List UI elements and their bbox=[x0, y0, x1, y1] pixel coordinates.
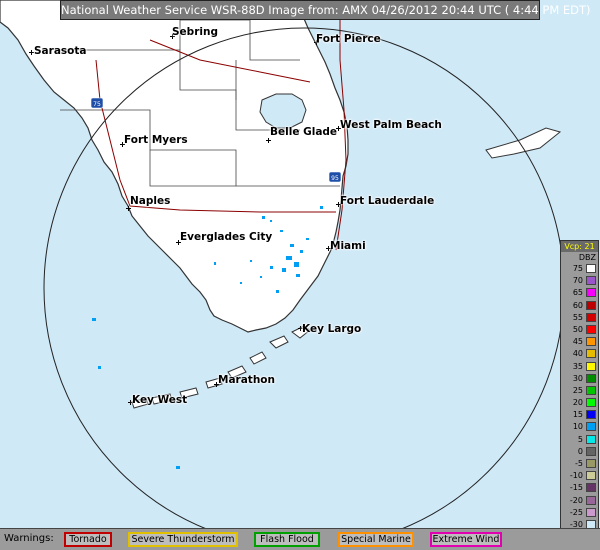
lake-okeechobee bbox=[259, 93, 307, 129]
legend-value-label: 10 bbox=[572, 422, 583, 432]
legend-color-swatch bbox=[586, 422, 596, 432]
legend-value-label: 75 bbox=[572, 264, 583, 273]
svg-text:95: 95 bbox=[331, 175, 339, 182]
legend-color-swatch bbox=[586, 459, 596, 468]
legend-row: 70 bbox=[561, 275, 598, 287]
city-label: Key West bbox=[132, 394, 188, 406]
legend-color-swatch bbox=[586, 276, 596, 286]
legend-value-label: -5 bbox=[575, 459, 583, 468]
legend-value-label: 70 bbox=[572, 276, 583, 286]
legend-row: -20 bbox=[561, 495, 598, 507]
legend-value-label: -15 bbox=[569, 483, 583, 493]
city-label: Fort Pierce bbox=[316, 33, 381, 45]
city-label: Sarasota bbox=[34, 45, 87, 57]
legend-color-swatch bbox=[586, 337, 596, 347]
legend-row: -5 bbox=[561, 458, 598, 470]
legend-row: 55 bbox=[561, 312, 598, 324]
legend-row: 45 bbox=[561, 336, 598, 348]
legend-value-label: 55 bbox=[572, 312, 583, 322]
legend-value-label: 20 bbox=[572, 398, 583, 408]
legend-color-swatch bbox=[586, 446, 596, 456]
warning-severe-thunderstorm: Severe Thunderstorm bbox=[128, 532, 238, 547]
city-label: Fort Myers bbox=[124, 134, 188, 146]
legend-value-label: 50 bbox=[572, 324, 583, 334]
legend-color-swatch bbox=[586, 495, 596, 505]
legend-color-swatch bbox=[586, 349, 596, 359]
legend-color-swatch bbox=[586, 264, 596, 273]
legend-value-label: 35 bbox=[572, 361, 583, 371]
legend-row: 50 bbox=[561, 324, 598, 336]
city-label: Sebring bbox=[172, 26, 218, 38]
svg-text:75: 75 bbox=[93, 101, 101, 108]
legend-color-swatch bbox=[586, 471, 596, 481]
legend-color-swatch bbox=[586, 483, 596, 493]
legend-row: 30 bbox=[561, 373, 598, 385]
legend-value-label: 0 bbox=[577, 446, 583, 456]
warnings-label: Warnings: bbox=[4, 533, 54, 544]
city-label: Belle Glade bbox=[270, 126, 338, 138]
legend-value-label: 40 bbox=[572, 349, 583, 359]
legend-color-swatch bbox=[586, 410, 596, 420]
warning-tornado: Tornado bbox=[64, 532, 112, 547]
warnings-bar: Warnings: Tornado Severe Thunderstorm Fl… bbox=[0, 528, 600, 550]
legend-vcp-label: Vcp: 21 bbox=[561, 241, 598, 252]
i75-shield-icon: 75 bbox=[90, 97, 104, 109]
legend-value-label: -25 bbox=[569, 507, 583, 517]
legend-color-swatch bbox=[586, 361, 596, 371]
legend-value-label: 30 bbox=[572, 373, 583, 383]
legend-row: 0 bbox=[561, 446, 598, 458]
city-label: Fort Lauderdale bbox=[340, 195, 435, 207]
city-label: Marathon bbox=[218, 374, 275, 386]
warning-extreme-wind: Extreme Wind bbox=[430, 532, 502, 547]
legend-value-label: 65 bbox=[572, 288, 583, 298]
legend-row: 20 bbox=[561, 397, 598, 409]
legend-color-swatch bbox=[586, 398, 596, 408]
legend-color-swatch bbox=[586, 300, 596, 310]
city-label: Everglades City bbox=[180, 231, 273, 243]
city-label: Miami bbox=[330, 240, 366, 252]
legend-color-swatch bbox=[586, 373, 596, 383]
legend-row: 10 bbox=[561, 421, 598, 433]
legend-rows: 75 70 65 60 55 50 45 40 35 30 25 20 15 10 5 0 -5 -10 -15 -2… bbox=[561, 263, 598, 543]
city-label: Naples bbox=[130, 195, 171, 207]
legend-value-label: -10 bbox=[569, 471, 583, 481]
legend-row: 15 bbox=[561, 409, 598, 421]
i95-shield-icon: 95 bbox=[328, 171, 342, 183]
legend-row: 60 bbox=[561, 300, 598, 312]
legend-row: 75 bbox=[561, 263, 598, 275]
legend-color-swatch bbox=[586, 312, 596, 322]
legend-value-label: -20 bbox=[569, 495, 583, 505]
radar-header: National Weather Service WSR-88D Image f… bbox=[60, 0, 591, 20]
warning-flash-flood: Flash Flood bbox=[254, 532, 320, 547]
legend-row: 40 bbox=[561, 348, 598, 360]
dbz-legend: Vcp: 21 DBZ 75 70 65 60 55 50 45 40 35 30 25 20 15 10… bbox=[560, 240, 599, 545]
legend-color-swatch bbox=[586, 324, 596, 334]
legend-value-label: 5 bbox=[577, 434, 583, 444]
legend-row: 35 bbox=[561, 361, 598, 373]
city-marker bbox=[266, 138, 271, 143]
legend-row: 65 bbox=[561, 287, 598, 299]
legend-value-label: 15 bbox=[572, 410, 583, 420]
legend-row: 25 bbox=[561, 385, 598, 397]
legend-value-label: 25 bbox=[572, 385, 583, 395]
legend-row: -25 bbox=[561, 507, 598, 519]
legend-row: -15 bbox=[561, 482, 598, 494]
warning-special-marine: Special Marine bbox=[338, 532, 414, 547]
legend-unit-label: DBZ bbox=[578, 253, 596, 262]
legend-color-swatch bbox=[586, 507, 596, 517]
city-label: West Palm Beach bbox=[340, 119, 442, 131]
radar-map: 75 95 bbox=[0, 0, 600, 550]
legend-value-label: 60 bbox=[572, 300, 583, 310]
city-label: Key Largo bbox=[302, 323, 362, 335]
legend-value-label: 45 bbox=[572, 337, 583, 347]
legend-row: -10 bbox=[561, 470, 598, 482]
legend-color-swatch bbox=[586, 288, 596, 298]
legend-row: 5 bbox=[561, 434, 598, 446]
legend-color-swatch bbox=[586, 385, 596, 395]
legend-color-swatch bbox=[586, 434, 596, 444]
